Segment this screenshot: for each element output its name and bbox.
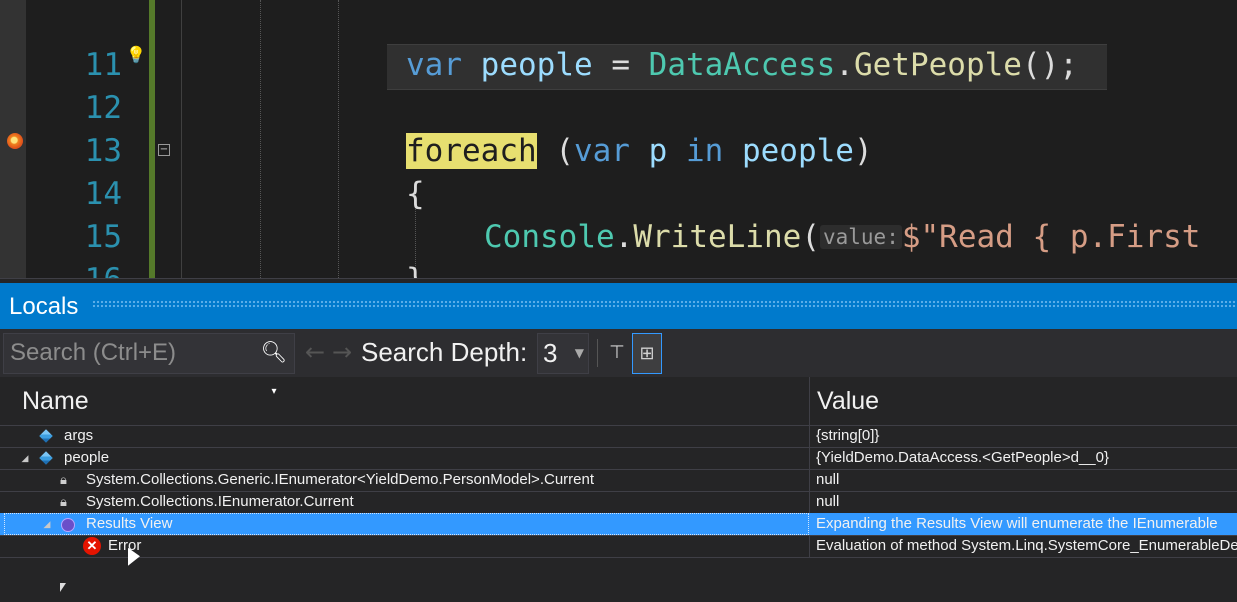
row-value: {YieldDemo.DataAccess.<GetPeople>d__0} <box>816 449 1109 466</box>
code-token: ( <box>801 219 820 255</box>
code-token: var <box>573 133 630 169</box>
code-token: { <box>406 176 425 212</box>
code-line: 16 Console.WriteLine(value:$"Read { p.Fi… <box>0 216 1237 278</box>
results-view-icon <box>61 518 75 532</box>
code-token: var <box>406 47 462 83</box>
code-line: 14 foreach (var p in people) <box>0 130 1237 212</box>
row-value: null <box>816 471 840 488</box>
code-token: . <box>835 47 854 83</box>
locals-grid: Name Value args {string[0]} ◢ people {Yi… <box>0 377 1237 602</box>
code-token: people <box>480 47 593 83</box>
code-editor[interactable]: 💡 − 11 12 var people = DataAccess.GetPeo… <box>0 0 1237 278</box>
code-line: 12 var people = DataAccess.GetPeople(); <box>0 44 1237 126</box>
row-name: System.Collections.Generic.IEnumerator<Y… <box>86 471 595 488</box>
private-property-icon: 🔒︎ <box>60 472 67 487</box>
code-token: = <box>592 47 649 83</box>
error-icon: ✕ <box>83 537 101 555</box>
column-header-value[interactable]: Value <box>817 377 879 425</box>
pin-icon[interactable]: ⊤ <box>603 333 631 372</box>
row-name: args <box>64 427 94 444</box>
column-header-name[interactable]: Name <box>22 377 89 425</box>
table-row[interactable]: 🔒︎ System.Collections.Generic.IEnumerato… <box>0 469 1237 492</box>
table-row[interactable]: ✕ Error Evaluation of method System.Linq… <box>0 535 1237 558</box>
code-token: people <box>741 133 854 169</box>
row-name: System.Collections.IEnumerator.Current <box>86 493 354 510</box>
code-token: (); <box>1021 47 1078 83</box>
code-token: . <box>614 219 634 255</box>
search-box: 🔍︎▾ <box>3 333 295 397</box>
locals-title-bar[interactable]: Locals <box>0 283 1237 329</box>
code-token: GetPeople <box>853 47 1022 83</box>
arrow-left-icon[interactable]: ← <box>303 333 327 372</box>
code-token: $"Read { p.First <box>901 219 1201 255</box>
local-variable-icon <box>39 429 53 443</box>
code-token: ( <box>536 133 574 169</box>
locals-toolbar: 🔍︎▾ ← → Search Depth: 3 ▼ ⊤ ⊞ <box>0 329 1237 397</box>
row-name: Results View <box>86 515 173 532</box>
tree-view-icon[interactable]: ⊞ <box>632 333 662 374</box>
chevron-down-icon: ▼ <box>574 346 584 360</box>
mouse-cursor-icon <box>60 583 66 592</box>
table-row[interactable]: 🔒︎ System.Collections.IEnumerator.Curren… <box>0 491 1237 514</box>
row-name: people <box>64 449 110 466</box>
search-depth-select[interactable]: 3 ▼ <box>537 333 589 374</box>
code-line: 13 <box>0 87 1237 169</box>
code-line: 15 { <box>0 173 1237 255</box>
expand-collapse-icon[interactable]: ◢ <box>41 513 53 535</box>
code-token: foreach <box>406 133 537 169</box>
search-input[interactable] <box>6 334 254 371</box>
code-token: p <box>629 133 686 169</box>
table-row[interactable]: ◢ people {YieldDemo.DataAccess.<GetPeopl… <box>0 447 1237 470</box>
expand-collapse-icon[interactable]: ◢ <box>19 447 31 469</box>
code-token: ) <box>853 133 873 169</box>
arrow-right-icon[interactable]: → <box>330 333 354 372</box>
private-property-icon: 🔒︎ <box>60 494 67 509</box>
code-token: Console <box>484 219 615 255</box>
search-depth-label: Search Depth: <box>361 337 528 367</box>
code-token: DataAccess <box>648 47 836 83</box>
local-variable-icon <box>39 451 53 465</box>
row-value: null <box>816 493 840 510</box>
code-token: WriteLine <box>633 219 802 255</box>
parameter-hint: value: <box>819 225 902 249</box>
code-line: 11 <box>0 1 1237 83</box>
row-value: Expanding the Results View will enumerat… <box>816 515 1218 532</box>
locals-window: Locals 🔍︎▾ ← → Search Depth: 3 ▼ ⊤ ⊞ Nam… <box>0 278 1237 602</box>
code-line: 17 } <box>0 259 1237 278</box>
code-token: } <box>406 259 425 278</box>
toolbar-separator <box>597 339 598 367</box>
window-title: Locals <box>9 293 79 320</box>
code-token: in <box>685 133 724 169</box>
table-row[interactable]: args {string[0]} <box>0 425 1237 448</box>
search-depth-value: 3 <box>543 338 558 368</box>
grid-header: Name Value <box>0 377 1237 426</box>
table-row-selected[interactable]: ◢ Results View Expanding the Results Vie… <box>0 513 1237 536</box>
row-value: {string[0]} <box>816 427 880 444</box>
search-icon[interactable]: 🔍︎▾ <box>259 334 289 397</box>
drag-grip[interactable] <box>92 300 1237 309</box>
row-value: Evaluation of method System.Linq.SystemC… <box>816 537 1237 554</box>
